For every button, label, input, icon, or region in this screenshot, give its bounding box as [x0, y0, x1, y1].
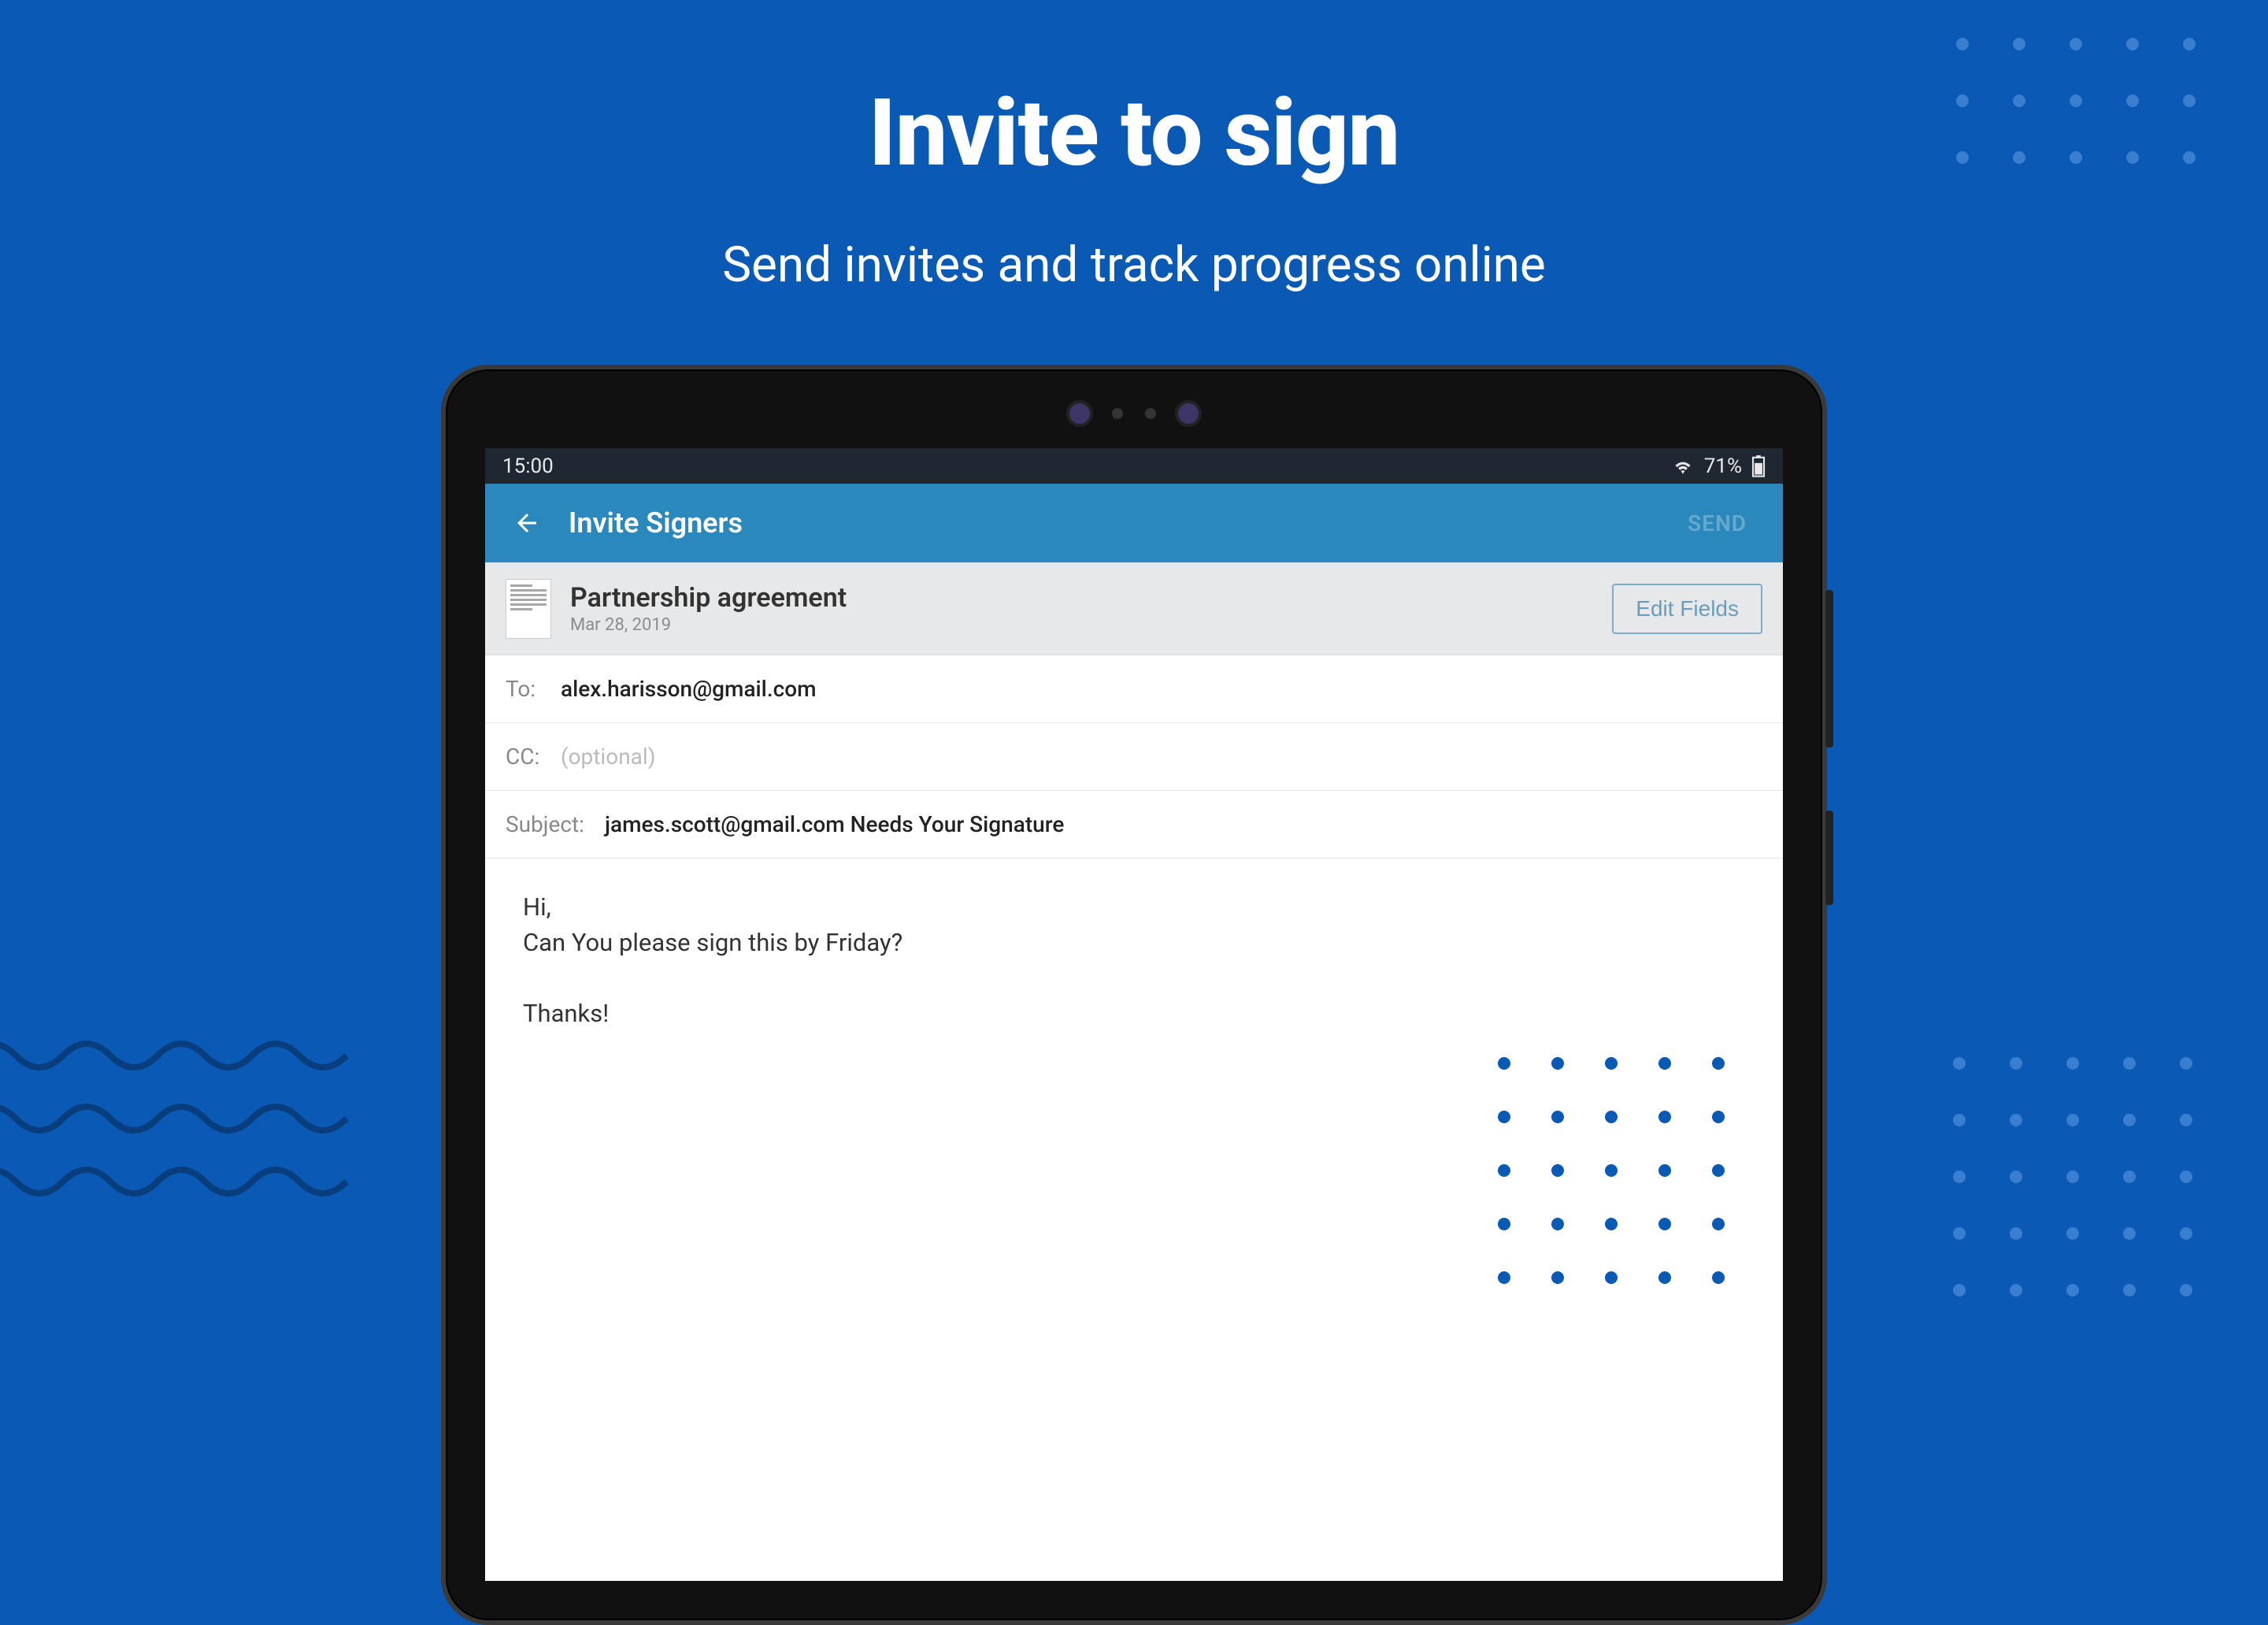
app-header: Invite Signers SEND: [485, 484, 1783, 562]
cc-field-row[interactable]: CC: (optional): [485, 723, 1783, 791]
decorative-waves: [0, 1024, 362, 1260]
send-button[interactable]: SEND: [1675, 503, 1759, 544]
cc-label: CC:: [506, 744, 545, 770]
status-battery-percent: 71%: [1704, 454, 1742, 478]
wifi-icon: [1671, 457, 1695, 476]
edit-fields-button[interactable]: Edit Fields: [1612, 584, 1762, 634]
subject-value: james.scott@gmail.com Needs Your Signatu…: [605, 811, 1762, 837]
decorative-dots-mid-right: [1953, 1057, 2192, 1297]
cc-placeholder: (optional): [561, 744, 1762, 770]
to-label: To:: [506, 676, 545, 702]
document-thumbnail-icon: [506, 579, 551, 639]
to-value: alex.harisson@gmail.com: [561, 676, 1762, 702]
subject-field-row[interactable]: Subject: james.scott@gmail.com Needs You…: [485, 791, 1783, 859]
tablet-screen: 15:00 71% Invite Signers SEND: [485, 448, 1783, 1581]
status-bar: 15:00 71%: [485, 448, 1783, 484]
hero-title: Invite to sign: [0, 79, 2268, 187]
back-button[interactable]: [509, 505, 545, 541]
app-header-title: Invite Signers: [569, 506, 1675, 540]
back-arrow-icon: [513, 509, 541, 537]
document-row: Partnership agreement Mar 28, 2019 Edit …: [485, 562, 1783, 655]
decorative-dots-top-right: [1956, 38, 2196, 164]
to-field-row[interactable]: To: alex.harisson@gmail.com: [485, 655, 1783, 723]
message-body[interactable]: Hi, Can You please sign this by Friday? …: [485, 859, 1783, 1063]
subject-label: Subject:: [506, 811, 589, 837]
document-title: Partnership agreement: [570, 582, 1612, 614]
tablet-side-button: [1825, 590, 1833, 748]
tablet-camera-bar: [446, 398, 1822, 429]
tablet-device-frame: 15:00 71% Invite Signers SEND: [441, 365, 1827, 1625]
battery-icon: [1751, 455, 1766, 477]
hero-subtitle: Send invites and track progress online: [0, 236, 2268, 294]
tablet-side-button: [1825, 811, 1833, 905]
decorative-dots-over-tablet: [1498, 1057, 1725, 1284]
status-time: 15:00: [502, 454, 554, 478]
document-date: Mar 28, 2019: [570, 615, 1612, 635]
